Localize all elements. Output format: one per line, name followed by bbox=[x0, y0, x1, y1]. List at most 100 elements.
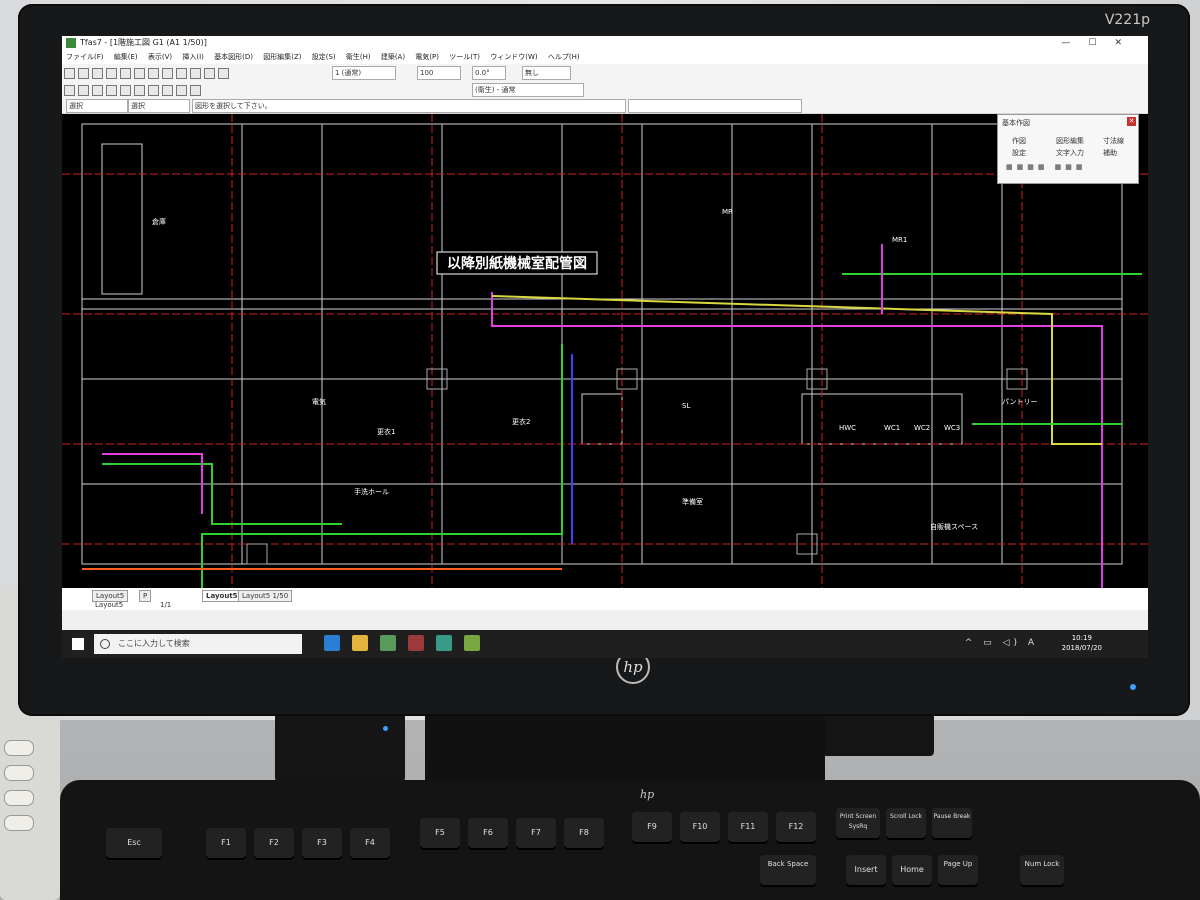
taskbar-clock[interactable]: 10:19 2018/07/20 bbox=[1062, 633, 1102, 653]
print-icon[interactable] bbox=[106, 68, 117, 79]
key-f3[interactable]: F3 bbox=[302, 828, 342, 858]
key-f4[interactable]: F4 bbox=[350, 828, 390, 858]
taskbar: ここに入力して検索 ^ ▭ ◁) A 10:19 2018/07/20 bbox=[62, 630, 1148, 658]
elbow-icon[interactable] bbox=[92, 85, 103, 96]
system-tray[interactable]: ^ ▭ ◁) A bbox=[965, 638, 1038, 648]
menu-tools[interactable]: ツール(T) bbox=[445, 50, 484, 64]
key-scroll-lock[interactable]: Scroll Lock bbox=[886, 808, 926, 838]
key-f9[interactable]: F9 bbox=[632, 812, 672, 842]
key-backspace[interactable]: Back Space bbox=[760, 855, 816, 885]
scale-field[interactable]: 100 bbox=[417, 66, 461, 80]
menu-insert[interactable]: 挿入(I) bbox=[178, 50, 208, 64]
app-icon-a[interactable] bbox=[380, 635, 396, 651]
key-print-screen[interactable]: Print Screen SysRq bbox=[836, 808, 880, 838]
redo-icon[interactable] bbox=[176, 68, 187, 79]
panel-settings-button[interactable]: 設定 bbox=[1012, 148, 1026, 158]
save-icon[interactable] bbox=[92, 68, 103, 79]
menu-sanitary[interactable]: 衛生(H) bbox=[342, 50, 375, 64]
room-label: 手洗ホール bbox=[354, 487, 389, 496]
key-num-lock[interactable]: Num Lock bbox=[1020, 855, 1064, 885]
drawing-canvas[interactable]: 倉庫 MR WC1 WC2 WC3 HWC 更衣1 更衣2 手洗ホール SL 電… bbox=[62, 114, 1148, 588]
menu-shape-edit[interactable]: 図形編集(Z) bbox=[259, 50, 305, 64]
pan-icon[interactable] bbox=[204, 68, 215, 79]
explorer-icon[interactable] bbox=[352, 635, 368, 651]
snap-icon[interactable] bbox=[190, 85, 201, 96]
menu-file[interactable]: ファイル(F) bbox=[62, 50, 108, 64]
key-f6[interactable]: F6 bbox=[468, 818, 508, 848]
panel-text-input-button[interactable]: 文字入力 bbox=[1056, 148, 1084, 158]
layer-field[interactable]: 1 (通常) bbox=[332, 66, 396, 80]
linetype-field[interactable]: (衛生) - 通常 bbox=[472, 83, 584, 97]
key-home[interactable]: Home bbox=[892, 855, 932, 885]
app-icon-c[interactable] bbox=[436, 635, 452, 651]
panel-dimension-button[interactable]: 寸法線 bbox=[1103, 136, 1124, 146]
key-f7[interactable]: F7 bbox=[516, 818, 556, 848]
key-esc[interactable]: Esc bbox=[106, 828, 162, 858]
app-icon-b[interactable] bbox=[408, 635, 424, 651]
copy-icon[interactable] bbox=[134, 68, 145, 79]
key-f8[interactable]: F8 bbox=[564, 818, 604, 848]
close-icon[interactable]: ✕ bbox=[1127, 117, 1136, 126]
key-f11[interactable]: F11 bbox=[728, 812, 768, 842]
key-page-up[interactable]: Page Up bbox=[938, 855, 978, 885]
open-icon[interactable] bbox=[78, 68, 89, 79]
panel-icon-row[interactable]: ▦▦▦▦ ▦▦▦ bbox=[1006, 163, 1087, 171]
panel-assist-button[interactable]: 補助 bbox=[1103, 148, 1117, 158]
menu-window[interactable]: ウィンドウ(W) bbox=[486, 50, 541, 64]
room-label: 倉庫 bbox=[152, 217, 166, 226]
minimize-button[interactable]: — bbox=[1061, 38, 1088, 48]
menu-basic-shapes[interactable]: 基本図形(D) bbox=[210, 50, 257, 64]
fixture-icon[interactable] bbox=[134, 85, 145, 96]
window-controls[interactable]: —☐✕ bbox=[1061, 36, 1140, 50]
paste-icon[interactable] bbox=[148, 68, 159, 79]
room-label: WC1 bbox=[884, 424, 900, 432]
key-insert[interactable]: Insert bbox=[846, 855, 886, 885]
key-f12[interactable]: F12 bbox=[776, 812, 816, 842]
mode-select[interactable]: 選択 bbox=[66, 99, 128, 113]
zoom-icon[interactable] bbox=[190, 68, 201, 79]
dimension-icon[interactable] bbox=[162, 85, 173, 96]
command-input[interactable] bbox=[628, 99, 802, 113]
tray-arrows-icon[interactable]: ^ ▭ ◁) bbox=[965, 638, 1021, 648]
tee-icon[interactable] bbox=[106, 85, 117, 96]
menu-architecture[interactable]: 建築(A) bbox=[377, 50, 409, 64]
submode-select[interactable]: 選択 bbox=[128, 99, 190, 113]
speaker-led bbox=[383, 726, 388, 731]
angle-field[interactable]: 0.0° bbox=[472, 66, 506, 80]
layout-tab-active[interactable]: Layout5 bbox=[202, 590, 242, 602]
layout-tab[interactable]: Layout5 1/50 bbox=[238, 590, 293, 602]
layout-list-item[interactable]: Layout5 bbox=[92, 600, 126, 610]
text-icon[interactable] bbox=[148, 85, 159, 96]
close-button[interactable]: ✕ bbox=[1114, 38, 1140, 48]
undo-icon[interactable] bbox=[162, 68, 173, 79]
key-f1[interactable]: F1 bbox=[206, 828, 246, 858]
menu-view[interactable]: 表示(V) bbox=[144, 50, 176, 64]
tfas-taskbar-icon[interactable] bbox=[464, 635, 480, 651]
layout-tab[interactable]: P bbox=[139, 590, 152, 602]
clock-date: 2018/07/20 bbox=[1061, 644, 1102, 652]
line-icon[interactable] bbox=[64, 85, 75, 96]
panel-shape-edit-button[interactable]: 図形編集 bbox=[1056, 136, 1084, 146]
panel-draw-button[interactable]: 作図 bbox=[1012, 136, 1026, 146]
cut-icon[interactable] bbox=[120, 68, 131, 79]
hatch-icon[interactable] bbox=[176, 85, 187, 96]
menu-edit[interactable]: 編集(E) bbox=[110, 50, 142, 64]
menu-electric[interactable]: 電気(P) bbox=[411, 50, 443, 64]
ime-indicator[interactable]: A bbox=[1028, 638, 1038, 648]
edge-icon[interactable] bbox=[324, 635, 340, 651]
key-pause[interactable]: Pause Break bbox=[932, 808, 972, 838]
taskbar-search[interactable]: ここに入力して検索 bbox=[94, 634, 302, 654]
layer-icon[interactable] bbox=[218, 68, 229, 79]
color-field[interactable]: 無し bbox=[522, 66, 571, 80]
menu-bar: ファイル(F) 編集(E) 表示(V) 挿入(I) 基本図形(D) 図形編集(Z… bbox=[62, 50, 1148, 64]
key-f5[interactable]: F5 bbox=[420, 818, 460, 848]
windows-start-icon[interactable] bbox=[72, 638, 84, 650]
key-f10[interactable]: F10 bbox=[680, 812, 720, 842]
key-f2[interactable]: F2 bbox=[254, 828, 294, 858]
menu-settings[interactable]: 設定(S) bbox=[308, 50, 340, 64]
valve-icon[interactable] bbox=[120, 85, 131, 96]
new-icon[interactable] bbox=[64, 68, 75, 79]
pipe-icon[interactable] bbox=[78, 85, 89, 96]
menu-help[interactable]: ヘルプ(H) bbox=[544, 50, 584, 64]
maximize-button[interactable]: ☐ bbox=[1088, 38, 1114, 48]
